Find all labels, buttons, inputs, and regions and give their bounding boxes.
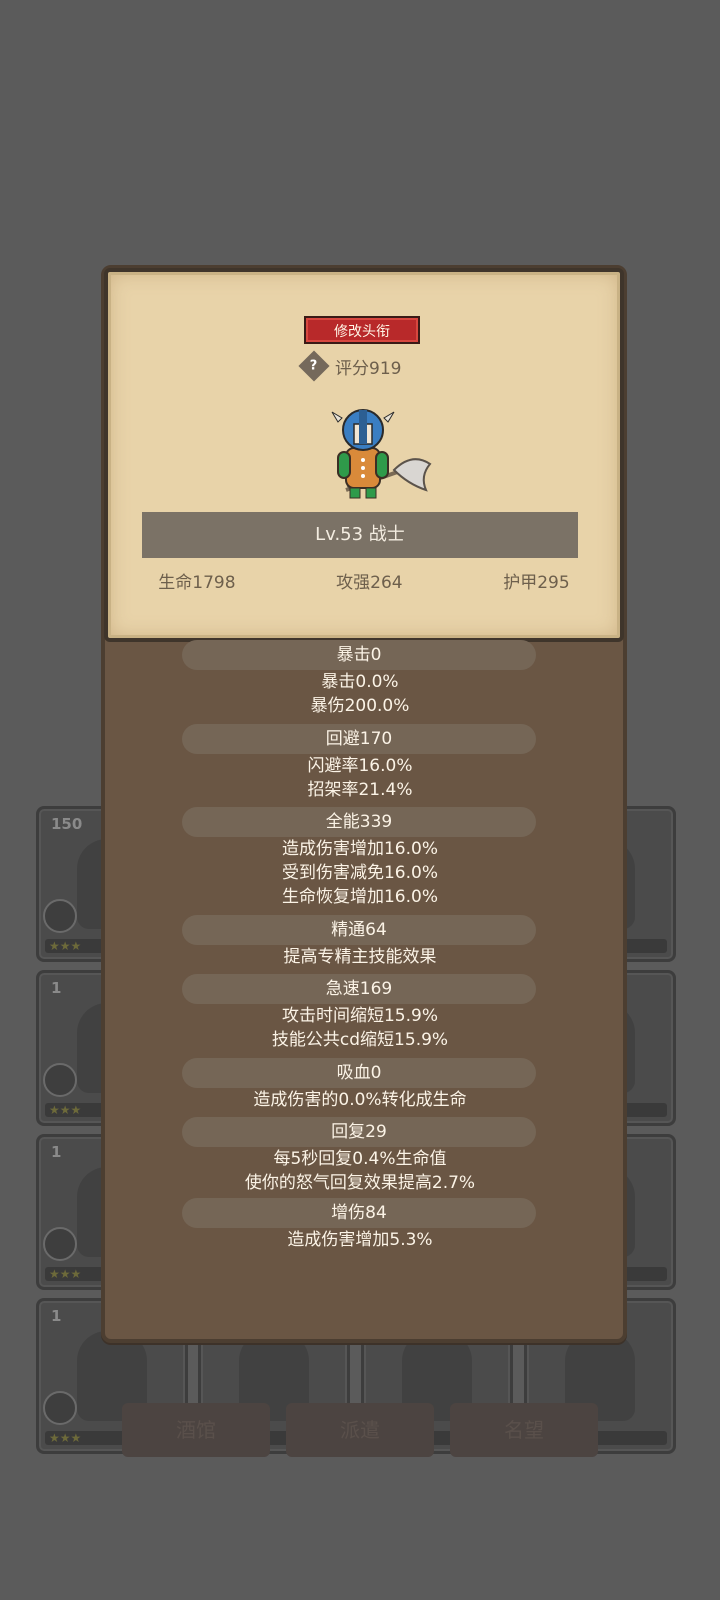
hero-header-card: 修改头衔 ? 评分919 Lv.53 战士 生命1798 攻强264 护甲295 — [104, 268, 624, 642]
tab-dispatch[interactable]: 派遣 — [286, 1403, 434, 1457]
help-icon[interactable]: ? — [298, 350, 330, 382]
stat-line: 使你的怒气回复效果提高2.7% — [244, 1173, 476, 1193]
stat-line: 造成伤害增加5.3% — [287, 1230, 433, 1250]
score-label: 评分919 — [335, 358, 402, 379]
class-emblem-icon — [43, 1063, 77, 1097]
score-row: ? 评分919 — [298, 350, 402, 382]
stat-versatility-header: 全能339 — [182, 807, 536, 837]
hero-card-count: 150 — [51, 815, 83, 833]
attack-stat: 攻强264 — [336, 573, 403, 593]
stat-line: 攻击时间缩短15.9% — [281, 1006, 438, 1026]
warrior-avatar-icon — [331, 409, 432, 499]
class-emblem-icon — [43, 1227, 77, 1261]
stat-lifesteal-header: 吸血0 — [182, 1058, 536, 1088]
tab-tavern[interactable]: 酒馆 — [122, 1403, 270, 1457]
class-emblem-icon — [43, 899, 77, 933]
stat-crit-header: 暴击0 — [182, 640, 536, 670]
tab-fame[interactable]: 名望 — [450, 1403, 598, 1457]
armor-stat: 护甲295 — [503, 573, 570, 593]
stat-line: 造成伤害的0.0%转化成生命 — [253, 1090, 467, 1110]
stat-line: 生命恢复增加16.0% — [281, 887, 438, 907]
stat-line: 暴伤200.0% — [310, 696, 410, 716]
stat-line: 技能公共cd缩短15.9% — [271, 1030, 449, 1050]
stat-line: 闪避率16.0% — [307, 756, 413, 776]
stat-line: 每5秒回复0.4%生命值 — [273, 1149, 447, 1169]
hp-stat: 生命1798 — [158, 573, 236, 593]
base-stats: 生命1798 攻强264 护甲295 — [108, 568, 620, 598]
stat-line: 招架率21.4% — [307, 780, 413, 800]
hero-card-count: 1 — [51, 1307, 62, 1325]
stat-line: 造成伤害增加16.0% — [281, 839, 438, 859]
stat-damage-bonus-header: 增伤84 — [182, 1198, 536, 1228]
stat-evasion-header: 回避170 — [182, 724, 536, 754]
stat-line: 提高专精主技能效果 — [283, 947, 437, 967]
level-class-bar: Lv.53 战士 — [142, 512, 578, 558]
edit-title-button[interactable]: 修改头衔 — [304, 316, 420, 344]
hero-card-count: 1 — [51, 979, 62, 997]
hero-card-count: 1 — [51, 1143, 62, 1161]
stat-mastery-header: 精通64 — [182, 915, 536, 945]
stat-haste-header: 急速169 — [182, 974, 536, 1004]
class-emblem-icon — [43, 1391, 77, 1425]
stat-line: 暴击0.0% — [321, 672, 399, 692]
stat-line: 受到伤害减免16.0% — [281, 863, 438, 883]
stat-recovery-header: 回复29 — [182, 1117, 536, 1147]
